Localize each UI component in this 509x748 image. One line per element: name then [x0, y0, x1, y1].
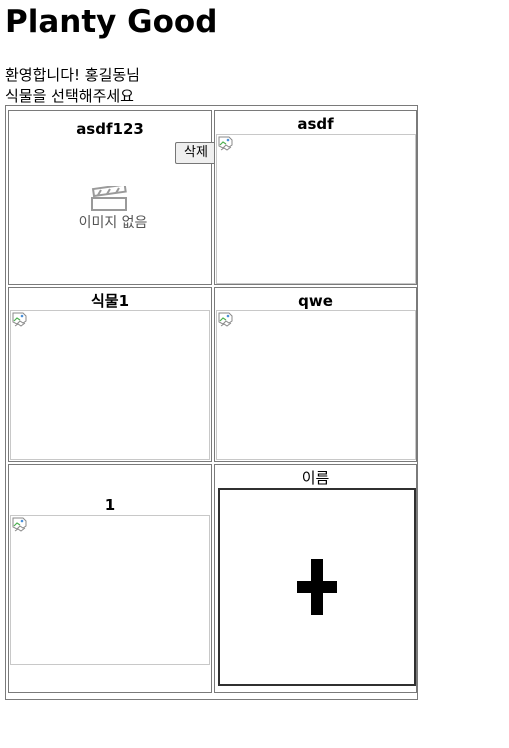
plant-grid: asdf123 삭제 이미지 없음 asdf 식물1 qwe 1 이름 — [5, 105, 418, 700]
plant-name: qwe — [298, 292, 333, 310]
plant-name: 1 — [104, 496, 116, 514]
broken-image-icon — [218, 312, 233, 327]
welcome-message: 환영합니다! 홍길동님 — [5, 66, 140, 84]
select-plant-prompt: 식물을 선택해주세요 — [5, 87, 134, 105]
no-image-text: 이미지 없음 — [79, 215, 148, 231]
add-plant-card[interactable]: 이름 — [214, 464, 417, 693]
plant-card[interactable]: 식물1 — [8, 287, 212, 462]
delete-button[interactable]: 삭제 — [175, 142, 217, 164]
no-image-placeholder-icon: 이미지 없음 — [79, 186, 148, 231]
plant-name: 식물1 — [90, 292, 130, 310]
plant-card[interactable]: asdf — [214, 110, 417, 285]
broken-image-icon — [218, 136, 233, 151]
add-plant-name-label: 이름 — [301, 469, 330, 487]
plant-image — [216, 310, 416, 460]
plant-image — [216, 134, 416, 284]
add-plant-button[interactable] — [218, 488, 416, 686]
plant-card[interactable]: 1 — [8, 464, 212, 693]
broken-image-icon — [12, 517, 27, 532]
broken-image-icon — [12, 312, 27, 327]
plant-name: asdf — [297, 115, 334, 133]
plant-image — [10, 310, 210, 460]
plus-icon — [297, 559, 337, 615]
plant-name: asdf123 — [76, 120, 144, 138]
plant-image — [10, 515, 210, 665]
plant-card[interactable]: qwe — [214, 287, 417, 462]
page-title: Planty Good — [5, 4, 218, 40]
plant-card[interactable]: asdf123 삭제 이미지 없음 — [8, 110, 217, 285]
